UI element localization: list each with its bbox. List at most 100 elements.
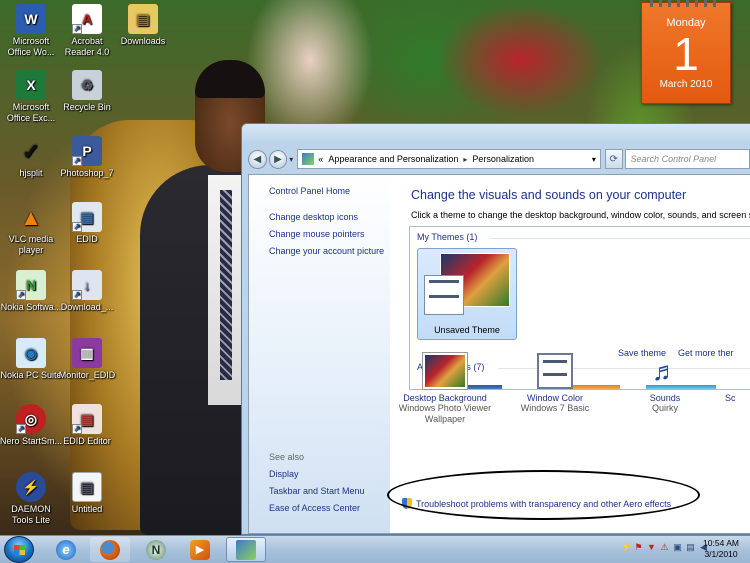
shield-icon	[402, 498, 412, 509]
taskbar: e N ▶ ⚡ ⚑ ▼ ⚠ ▣ ▤ ◀ 10:54 AM 3/1/2010	[0, 535, 750, 563]
control-panel-home-link[interactable]: Control Panel Home	[269, 186, 350, 196]
recent-pages-dropdown[interactable]: ▾	[289, 155, 293, 164]
main-pane: Change the visuals and sounds on your co…	[390, 175, 750, 533]
desktop-icon-word[interactable]: W Microsoft Office Wo...	[0, 4, 62, 58]
search-placeholder: Search Control Panel	[630, 154, 717, 164]
forward-button[interactable]: ▶	[268, 149, 288, 169]
desktop-icon-acrobat[interactable]: A ↗ Acrobat Reader 4.0	[56, 4, 118, 58]
back-arrow-icon: ◀	[253, 153, 262, 165]
clock-time: 10:54 AM	[703, 538, 739, 548]
desktop-icon-excel[interactable]: X Microsoft Office Exc...	[0, 70, 62, 124]
folder-icon: ▤	[128, 4, 158, 34]
change-mouse-pointers-link[interactable]: Change mouse pointers	[269, 229, 365, 239]
word-icon: W	[16, 4, 46, 34]
calendar-rings	[650, 0, 722, 7]
sounds-option[interactable]: ♬ Sounds Quirky	[610, 353, 720, 414]
window-color-icon	[537, 353, 573, 389]
search-input[interactable]: Search Control Panel	[624, 149, 750, 169]
refresh-button[interactable]: ⟳	[604, 149, 623, 169]
unsaved-theme-tile[interactable]: Unsaved Theme	[417, 248, 517, 340]
theme-window-color-preview	[424, 275, 464, 315]
media-player-icon: ▶	[190, 539, 210, 560]
see-also-heading: See also	[269, 452, 305, 462]
desktop-icon-monitor-edid[interactable]: ▥ Monitor_EDID	[56, 338, 118, 381]
breadcrumb-overflow-icon[interactable]: «	[318, 154, 323, 164]
breadcrumb-appearance[interactable]: Appearance and Personalization	[328, 154, 458, 164]
desktop-icon-untitled[interactable]: ▤ Untitled	[56, 472, 118, 515]
system-clock[interactable]: 10:54 AM 3/1/2010	[696, 538, 746, 560]
my-themes-group-label[interactable]: My Themes (1)	[417, 232, 477, 242]
flag-icon[interactable]: ⚑	[634, 542, 643, 552]
taskbar-internet-explorer[interactable]: e	[46, 537, 86, 562]
address-dropdown-icon[interactable]: ▾	[592, 155, 596, 164]
desktop-icon-nokia-pc-suite[interactable]: ◉ Nokia PC Suite	[0, 338, 62, 381]
task-pane: Control Panel Home Change desktop icons …	[249, 175, 390, 533]
nokia-software-icon: N ↗	[16, 270, 46, 300]
excel-icon: X	[16, 70, 46, 100]
desktop-icon-hjsplit[interactable]: ✓ hjsplit	[0, 136, 62, 179]
screen-saver-option[interactable]: Sc	[725, 353, 750, 403]
desktop-icon-photoshop[interactable]: P ↗ Photoshop_7	[56, 136, 118, 179]
troubleshoot-aero-label: Troubleshoot problems with transparency …	[416, 498, 672, 509]
troubleshoot-aero-link[interactable]: Troubleshoot problems with transparency …	[402, 498, 671, 509]
breadcrumb-personalization[interactable]: Personalization	[472, 154, 534, 164]
system-tray: ⚡ ⚑ ▼ ⚠ ▣ ▤ ◀	[621, 542, 708, 552]
calendar-gadget[interactable]: Monday 1 March 2010	[641, 0, 731, 104]
clock-date: 3/1/2010	[704, 549, 738, 559]
taskbar-media-player[interactable]: ▶	[180, 537, 220, 562]
taskbar-control-panel[interactable]	[226, 537, 266, 562]
window-titlebar[interactable]	[242, 124, 750, 144]
nokia-pc-suite-icon: ◉	[16, 338, 46, 368]
network-icon[interactable]: ▣	[673, 542, 682, 552]
window-content: Control Panel Home Change desktop icons …	[248, 174, 750, 534]
unsaved-theme-label: Unsaved Theme	[434, 325, 500, 335]
ease-of-access-link[interactable]: Ease of Access Center	[269, 503, 360, 513]
action-center-icon[interactable]: ⚠	[660, 542, 669, 552]
edid-editor-icon: ▦ ↗	[72, 404, 102, 434]
desktop-icon-edid-editor[interactable]: ▦ ↗ EDID Editor	[56, 404, 118, 447]
window-color-option[interactable]: Window Color Windows 7 Basic	[500, 353, 610, 414]
start-button[interactable]	[4, 536, 34, 563]
personalization-window: ◀ ▶ ▾ « Appearance and Personalization ▸…	[241, 123, 750, 535]
taskbar-firefox[interactable]	[90, 537, 130, 562]
change-desktop-icons-link[interactable]: Change desktop icons	[269, 212, 358, 222]
taskbar-start-menu-link[interactable]: Taskbar and Start Menu	[269, 486, 365, 496]
recycle-bin-icon: ♻	[72, 70, 102, 100]
desktop-icon-download[interactable]: ↓ ↗ Download_...	[56, 270, 118, 313]
control-panel-icon	[236, 539, 256, 560]
daemon-tools-icon: ⚡	[16, 472, 46, 502]
desktop-icon-downloads[interactable]: ▤ Downloads	[112, 4, 174, 47]
netscape-icon: N	[146, 539, 166, 560]
lightning-icon[interactable]: ⚡	[621, 542, 632, 552]
desktop-icon-vlc[interactable]: ▲ VLC media player	[0, 202, 62, 256]
desktop-icon-daemon-tools[interactable]: ⚡ DAEMON Tools Lite	[0, 472, 62, 526]
page-subtitle: Click a theme to change the desktop back…	[411, 210, 750, 220]
internet-explorer-icon: e	[56, 539, 76, 560]
photoshop-icon: P ↗	[72, 136, 102, 166]
desktop-icon-recycle-bin[interactable]: ♻ Recycle Bin	[56, 70, 118, 113]
windows-logo-icon	[14, 545, 25, 555]
desktop-background-option[interactable]: Desktop Background Windows Photo Viewer …	[390, 353, 500, 425]
desktop-background-icon	[423, 353, 467, 389]
desktop-icon-nokia-software[interactable]: N ↗ Nokia Softwa...	[0, 270, 62, 313]
breadcrumb-separator-icon[interactable]: ▸	[463, 155, 467, 164]
document-icon: ▤	[72, 472, 102, 502]
edid-icon: ▦ ↗	[72, 202, 102, 232]
forward-arrow-icon: ▶	[274, 153, 282, 165]
control-panel-icon	[302, 153, 315, 165]
taskbar-netscape[interactable]: N	[136, 537, 176, 562]
winrar-icon: ▥	[72, 338, 102, 368]
display-link[interactable]: Display	[269, 469, 299, 479]
navigation-bar: ◀ ▶ ▾ « Appearance and Personalization ▸…	[248, 148, 750, 170]
desktop-icon-edid[interactable]: ▦ ↗ EDID	[56, 202, 118, 245]
music-notes-icon: ♬	[652, 356, 678, 386]
calendar-month: March 2010	[659, 79, 713, 90]
nero-icon: ◎ ↗	[16, 404, 46, 434]
change-account-picture-link[interactable]: Change your account picture	[269, 246, 384, 256]
back-button[interactable]: ◀	[248, 149, 267, 169]
desktop-icon-nero[interactable]: ◎ ↗ Nero StartSm...	[0, 404, 62, 447]
address-bar[interactable]: « Appearance and Personalization ▸ Perso…	[297, 149, 601, 169]
update-icon[interactable]: ▼	[647, 542, 656, 552]
firefox-icon	[100, 539, 120, 560]
display-icon[interactable]: ▤	[686, 542, 695, 552]
